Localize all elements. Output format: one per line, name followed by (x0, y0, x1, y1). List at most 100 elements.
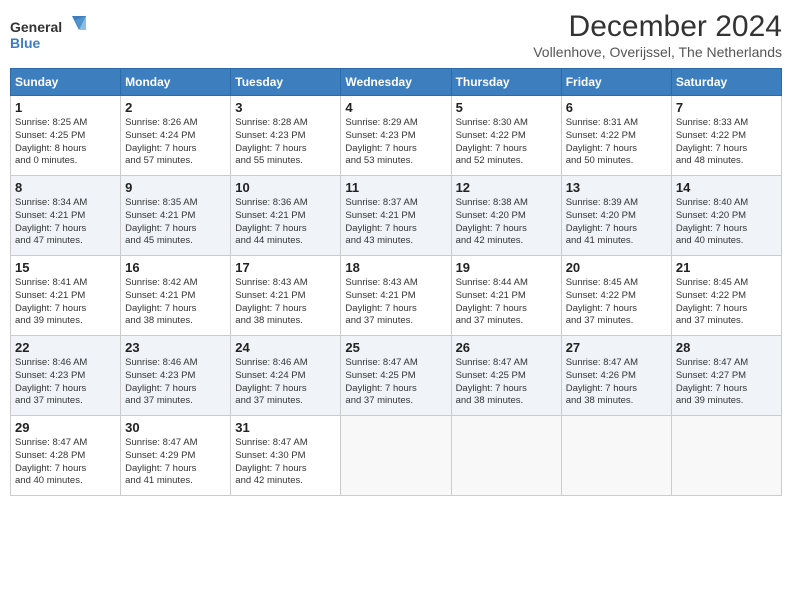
header-cell-wednesday: Wednesday (341, 69, 451, 96)
day-number: 13 (566, 180, 667, 195)
day-info: Sunrise: 8:45 AMSunset: 4:22 PMDaylight:… (676, 277, 777, 328)
day-number: 21 (676, 260, 777, 275)
day-cell: 3 Sunrise: 8:28 AMSunset: 4:23 PMDaylight… (231, 96, 341, 176)
header-cell-friday: Friday (561, 69, 671, 96)
week-row-3: 15Sunrise: 8:41 AMSunset: 4:21 PMDayligh… (11, 256, 782, 336)
logo-svg: General Blue (10, 14, 90, 58)
day-number: 9 (125, 180, 226, 195)
day-number: 31 (235, 420, 336, 435)
day-cell: 16 Sunrise: 8:42 AMSunset: 4:21 PMDayligh… (121, 256, 231, 336)
day-number: 11 (345, 180, 446, 195)
day-info: Sunrise: 8:39 AMSunset: 4:20 PMDaylight:… (566, 197, 667, 248)
day-cell: 18 Sunrise: 8:43 AMSunset: 4:21 PMDayligh… (341, 256, 451, 336)
day-info: Sunrise: 8:26 AMSunset: 4:24 PMDaylight:… (125, 117, 226, 168)
day-info: Sunrise: 8:44 AMSunset: 4:21 PMDaylight:… (456, 277, 557, 328)
header-cell-sunday: Sunday (11, 69, 121, 96)
day-info: Sunrise: 8:36 AMSunset: 4:21 PMDaylight:… (235, 197, 336, 248)
day-cell: 7 Sunrise: 8:33 AMSunset: 4:22 PMDaylight… (671, 96, 781, 176)
day-cell: 1 Sunrise: 8:25 AMSunset: 4:25 PMDaylight… (11, 96, 121, 176)
subtitle: Vollenhove, Overijssel, The Netherlands (533, 44, 782, 60)
day-info: Sunrise: 8:33 AMSunset: 4:22 PMDaylight:… (676, 117, 777, 168)
day-info: Sunrise: 8:47 AMSunset: 4:25 PMDaylight:… (456, 357, 557, 408)
day-cell (341, 416, 451, 496)
day-number: 10 (235, 180, 336, 195)
week-row-1: 1 Sunrise: 8:25 AMSunset: 4:25 PMDaylight… (11, 96, 782, 176)
day-number: 17 (235, 260, 336, 275)
svg-text:Blue: Blue (10, 35, 41, 51)
day-number: 2 (125, 100, 226, 115)
week-row-5: 29Sunrise: 8:47 AMSunset: 4:28 PMDayligh… (11, 416, 782, 496)
day-number: 22 (15, 340, 116, 355)
day-number: 25 (345, 340, 446, 355)
day-cell: 27 Sunrise: 8:47 AMSunset: 4:26 PMDayligh… (561, 336, 671, 416)
header-cell-saturday: Saturday (671, 69, 781, 96)
day-cell: 29Sunrise: 8:47 AMSunset: 4:28 PMDayligh… (11, 416, 121, 496)
day-number: 18 (345, 260, 446, 275)
day-cell: 15Sunrise: 8:41 AMSunset: 4:21 PMDayligh… (11, 256, 121, 336)
day-info: Sunrise: 8:47 AMSunset: 4:28 PMDaylight:… (15, 437, 116, 488)
day-number: 6 (566, 100, 667, 115)
day-info: Sunrise: 8:31 AMSunset: 4:22 PMDaylight:… (566, 117, 667, 168)
header-cell-thursday: Thursday (451, 69, 561, 96)
day-number: 7 (676, 100, 777, 115)
day-info: Sunrise: 8:37 AMSunset: 4:21 PMDaylight:… (345, 197, 446, 248)
day-info: Sunrise: 8:25 AMSunset: 4:25 PMDaylight:… (15, 117, 116, 168)
day-info: Sunrise: 8:28 AMSunset: 4:23 PMDaylight:… (235, 117, 336, 168)
day-number: 20 (566, 260, 667, 275)
day-cell: 2 Sunrise: 8:26 AMSunset: 4:24 PMDaylight… (121, 96, 231, 176)
day-cell: 24Sunrise: 8:46 AMSunset: 4:24 PMDayligh… (231, 336, 341, 416)
day-cell (671, 416, 781, 496)
day-info: Sunrise: 8:47 AMSunset: 4:25 PMDaylight:… (345, 357, 446, 408)
week-row-2: 8Sunrise: 8:34 AMSunset: 4:21 PMDaylight… (11, 176, 782, 256)
day-cell: 28Sunrise: 8:47 AMSunset: 4:27 PMDayligh… (671, 336, 781, 416)
day-number: 27 (566, 340, 667, 355)
day-number: 26 (456, 340, 557, 355)
day-info: Sunrise: 8:43 AMSunset: 4:21 PMDaylight:… (345, 277, 446, 328)
day-cell: 22 Sunrise: 8:46 AMSunset: 4:23 PMDayligh… (11, 336, 121, 416)
week-row-4: 22 Sunrise: 8:46 AMSunset: 4:23 PMDayligh… (11, 336, 782, 416)
day-cell: 11 Sunrise: 8:37 AMSunset: 4:21 PMDayligh… (341, 176, 451, 256)
day-cell: 5 Sunrise: 8:30 AMSunset: 4:22 PMDaylight… (451, 96, 561, 176)
logo: General Blue (10, 14, 90, 58)
day-info: Sunrise: 8:42 AMSunset: 4:21 PMDaylight:… (125, 277, 226, 328)
calendar-table: SundayMondayTuesdayWednesdayThursdayFrid… (10, 68, 782, 496)
day-cell: 19 Sunrise: 8:44 AMSunset: 4:21 PMDayligh… (451, 256, 561, 336)
day-info: Sunrise: 8:40 AMSunset: 4:20 PMDaylight:… (676, 197, 777, 248)
day-number: 16 (125, 260, 226, 275)
day-info: Sunrise: 8:46 AMSunset: 4:23 PMDaylight:… (15, 357, 116, 408)
day-number: 30 (125, 420, 226, 435)
header-cell-tuesday: Tuesday (231, 69, 341, 96)
day-info: Sunrise: 8:34 AMSunset: 4:21 PMDaylight:… (15, 197, 116, 248)
day-info: Sunrise: 8:29 AMSunset: 4:23 PMDaylight:… (345, 117, 446, 168)
day-info: Sunrise: 8:45 AMSunset: 4:22 PMDaylight:… (566, 277, 667, 328)
day-number: 1 (15, 100, 116, 115)
day-cell: 30 Sunrise: 8:47 AMSunset: 4:29 PMDayligh… (121, 416, 231, 496)
day-number: 15 (15, 260, 116, 275)
day-cell: 10 Sunrise: 8:36 AMSunset: 4:21 PMDayligh… (231, 176, 341, 256)
header: General Blue December 2024 Vollenhove, O… (10, 10, 782, 60)
day-info: Sunrise: 8:46 AMSunset: 4:23 PMDaylight:… (125, 357, 226, 408)
day-cell: 25 Sunrise: 8:47 AMSunset: 4:25 PMDayligh… (341, 336, 451, 416)
day-cell (451, 416, 561, 496)
day-cell: 6 Sunrise: 8:31 AMSunset: 4:22 PMDaylight… (561, 96, 671, 176)
day-number: 19 (456, 260, 557, 275)
day-info: Sunrise: 8:30 AMSunset: 4:22 PMDaylight:… (456, 117, 557, 168)
day-number: 5 (456, 100, 557, 115)
day-info: Sunrise: 8:47 AMSunset: 4:29 PMDaylight:… (125, 437, 226, 488)
day-info: Sunrise: 8:35 AMSunset: 4:21 PMDaylight:… (125, 197, 226, 248)
day-number: 14 (676, 180, 777, 195)
day-cell: 13 Sunrise: 8:39 AMSunset: 4:20 PMDayligh… (561, 176, 671, 256)
day-number: 4 (345, 100, 446, 115)
day-cell: 20 Sunrise: 8:45 AMSunset: 4:22 PMDayligh… (561, 256, 671, 336)
day-number: 3 (235, 100, 336, 115)
day-cell: 17 Sunrise: 8:43 AMSunset: 4:21 PMDayligh… (231, 256, 341, 336)
day-cell: 9 Sunrise: 8:35 AMSunset: 4:21 PMDaylight… (121, 176, 231, 256)
day-cell: 14 Sunrise: 8:40 AMSunset: 4:20 PMDayligh… (671, 176, 781, 256)
day-cell: 12Sunrise: 8:38 AMSunset: 4:20 PMDayligh… (451, 176, 561, 256)
day-info: Sunrise: 8:47 AMSunset: 4:30 PMDaylight:… (235, 437, 336, 488)
day-info: Sunrise: 8:47 AMSunset: 4:26 PMDaylight:… (566, 357, 667, 408)
calendar-header-row: SundayMondayTuesdayWednesdayThursdayFrid… (11, 69, 782, 96)
day-cell: 4 Sunrise: 8:29 AMSunset: 4:23 PMDaylight… (341, 96, 451, 176)
day-number: 28 (676, 340, 777, 355)
day-info: Sunrise: 8:43 AMSunset: 4:21 PMDaylight:… (235, 277, 336, 328)
